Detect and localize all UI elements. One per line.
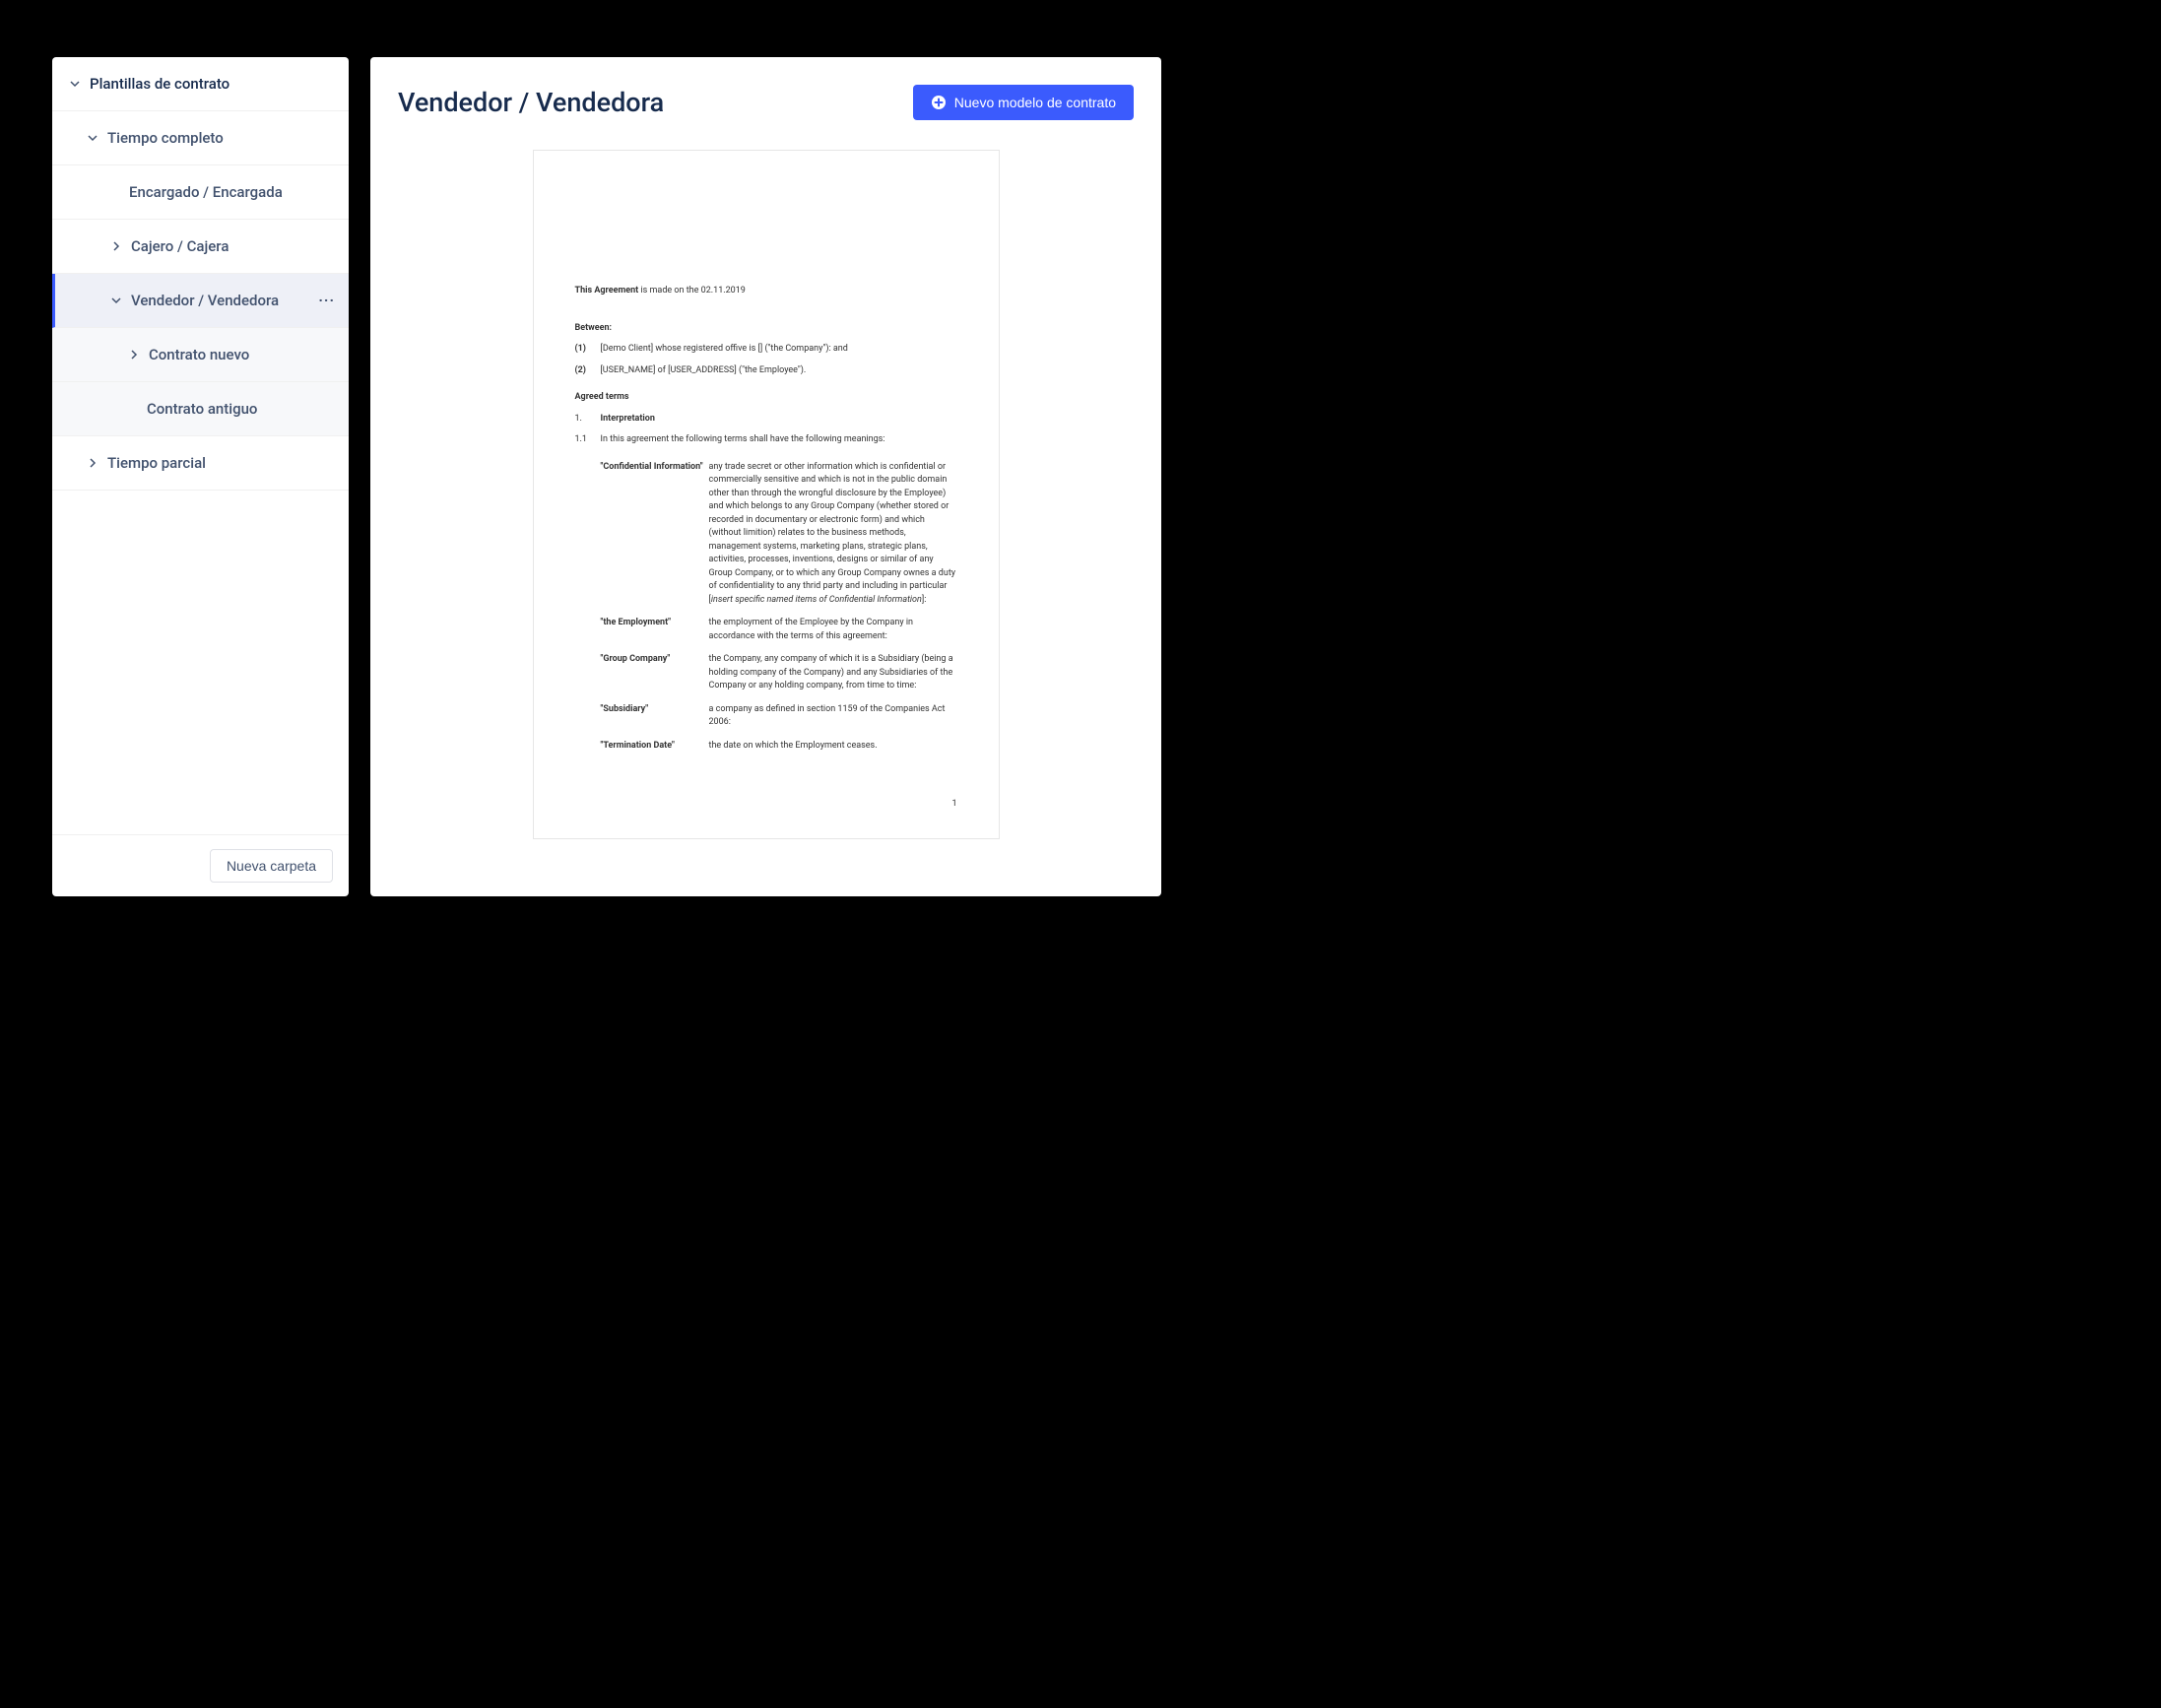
page-title: Vendedor / Vendedora — [398, 87, 664, 118]
chevron-right-icon — [86, 458, 99, 468]
doc-def-body: a company as defined in section 1159 of … — [709, 703, 957, 730]
doc-def-term: "Confidential Information" — [601, 461, 709, 608]
tree-item-label: Encargado / Encargada — [129, 183, 283, 201]
tree-item-vendedor[interactable]: Vendedor / Vendedora ··· — [52, 274, 349, 328]
new-folder-button[interactable]: Nueva carpeta — [210, 849, 333, 883]
doc-section-num: 1.1 — [575, 433, 601, 447]
tree-group-tiempo-completo[interactable]: Tiempo completo — [52, 111, 349, 165]
main-panel: Vendedor / Vendedora Nuevo modelo de con… — [370, 57, 1161, 896]
sidebar: Plantillas de contrato Tiempo completo E… — [52, 57, 349, 896]
doc-party-num: (1) — [575, 344, 586, 354]
doc-text: any trade secret or other information wh… — [709, 462, 956, 605]
doc-def-term: "Subsidiary" — [601, 703, 709, 730]
tree-item-contrato-nuevo[interactable]: Contrato nuevo — [52, 328, 349, 382]
doc-def-body: the date on which the Employment ceases. — [709, 740, 957, 754]
button-label: Nuevo modelo de contrato — [954, 95, 1116, 110]
tree-item-label: Contrato nuevo — [149, 346, 249, 363]
document-page[interactable]: This Agreement is made on the 02.11.2019… — [533, 150, 1000, 839]
doc-party-num: (2) — [575, 365, 586, 375]
doc-section-num: 1. — [575, 413, 601, 427]
chevron-down-icon — [86, 133, 99, 143]
tree-group-tiempo-parcial[interactable]: Tiempo parcial — [52, 436, 349, 491]
doc-party-text: [USER_NAME] of [USER_ADDRESS] ("the Empl… — [601, 364, 807, 378]
doc-party-text: [Demo Client] whose registered offive is… — [601, 343, 848, 357]
doc-def-body: any trade secret or other information wh… — [709, 461, 957, 608]
doc-section-title: Interpretation — [601, 413, 655, 427]
button-label: Nueva carpeta — [227, 858, 316, 874]
tree-item-label: Cajero / Cajera — [131, 237, 229, 255]
doc-agreement-line: This Agreement is made on the 02.11.2019 — [575, 285, 957, 298]
chevron-down-icon — [68, 79, 82, 89]
template-tree: Plantillas de contrato Tiempo completo E… — [52, 57, 349, 834]
tree-root-plantillas[interactable]: Plantillas de contrato — [52, 57, 349, 111]
tree-item-cajero[interactable]: Cajero / Cajera — [52, 220, 349, 274]
doc-between-label: Between: — [575, 323, 613, 333]
tree-item-label: Vendedor / Vendedora — [131, 292, 279, 309]
doc-text: This Agreement — [575, 286, 639, 296]
doc-agreed-terms: Agreed terms — [575, 392, 629, 402]
doc-text: is made on the 02.11.2019 — [638, 286, 746, 296]
plus-circle-icon — [931, 95, 947, 110]
main-header: Vendedor / Vendedora Nuevo modelo de con… — [370, 57, 1161, 140]
sidebar-footer: Nueva carpeta — [52, 834, 349, 896]
tree-group-label: Tiempo completo — [107, 129, 224, 147]
tree-group-label: Tiempo parcial — [107, 454, 206, 472]
doc-section-text: In this agreement the following terms sh… — [601, 433, 885, 447]
doc-page-number: 1 — [951, 798, 956, 812]
tree-item-label: Contrato antiguo — [147, 400, 257, 418]
chevron-down-icon — [109, 296, 123, 305]
chevron-right-icon — [109, 241, 123, 251]
new-template-button[interactable]: Nuevo modelo de contrato — [913, 85, 1134, 120]
tree-item-contrato-antiguo[interactable]: Contrato antiguo — [52, 382, 349, 436]
doc-def-body: the Company, any company of which it is … — [709, 653, 957, 693]
doc-text: ]: — [922, 595, 927, 605]
tree-item-encargado[interactable]: Encargado / Encargada — [52, 165, 349, 220]
tree-root-label: Plantillas de contrato — [90, 75, 229, 93]
doc-def-term: "Group Company" — [601, 653, 709, 693]
doc-def-body: the employment of the Employee by the Co… — [709, 617, 957, 643]
doc-def-term: "Termination Date" — [601, 740, 709, 754]
doc-def-term: "the Employment" — [601, 617, 709, 643]
doc-text-italic: insert specific named items of Confident… — [711, 595, 922, 605]
chevron-right-icon — [127, 350, 141, 360]
more-icon[interactable]: ··· — [318, 292, 335, 309]
document-preview-area: This Agreement is made on the 02.11.2019… — [370, 140, 1161, 896]
